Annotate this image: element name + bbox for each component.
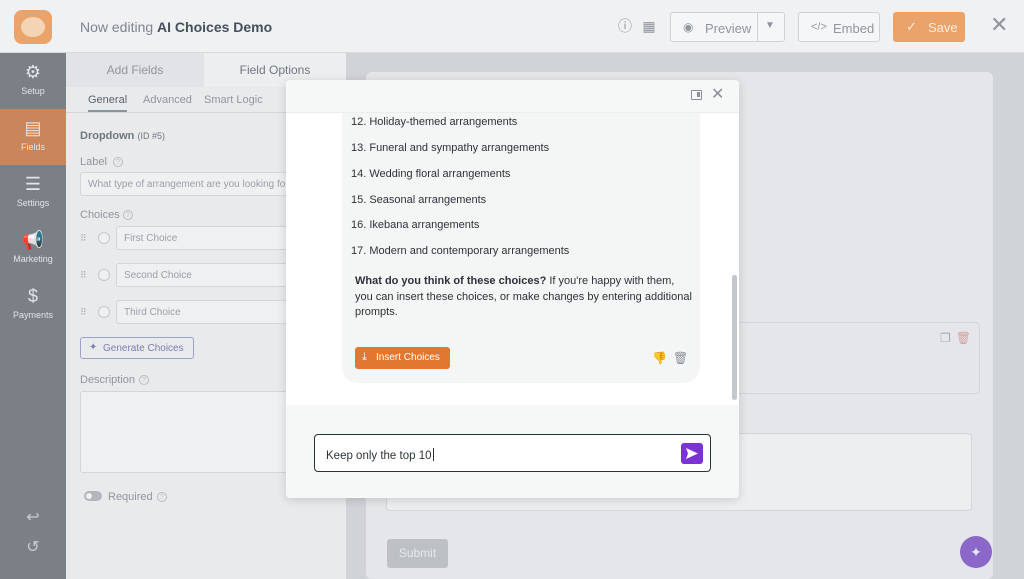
drag-handle-icon[interactable]: ⠿ [80, 233, 87, 244]
code-icon: </> [811, 21, 827, 33]
tab-add-fields[interactable]: Add Fields [66, 53, 204, 87]
submit-button[interactable]: Submit [387, 539, 448, 568]
prompt-area: Keep only the top 10 [286, 405, 739, 498]
help-icon[interactable]: ? [113, 157, 123, 167]
field-actions: ❐ 🗑 [940, 331, 971, 345]
fields-icon: ▤ [24, 118, 42, 138]
modal-header: ✕ [286, 80, 739, 113]
dollar-icon: $ [27, 286, 38, 306]
nav-item-settings[interactable]: ☰ Settings [0, 165, 66, 221]
choice-default-radio[interactable] [98, 269, 110, 281]
list-item: 16. Ikebana arrangements [351, 219, 480, 231]
choices-title: Choices [80, 209, 120, 221]
scrollbar[interactable] [732, 275, 737, 400]
help-icon[interactable]: ⓘ [616, 17, 634, 35]
close-builder-icon[interactable]: ✕ [990, 13, 1008, 37]
list-item: 13. Funeral and sympathy arrangements [351, 142, 550, 154]
subtab-smart-logic[interactable]: Smart Logic [204, 94, 263, 106]
sliders-icon: ☰ [24, 174, 42, 194]
drag-handle-icon[interactable]: ⠿ [80, 270, 87, 281]
choice-default-radio[interactable] [98, 306, 110, 318]
nav-item-payments[interactable]: $ Payments [0, 277, 66, 333]
drag-handle-icon[interactable]: ⠿ [80, 307, 87, 318]
insert-choices-button[interactable]: ⤓ Insert Choices [355, 347, 450, 369]
ai-response-text: What do you think of these choices? If y… [355, 275, 692, 318]
left-nav: ⚙ Setup ▤ Fields ☰ Settings 📢 Marketing … [0, 53, 66, 579]
list-item: 12. Holiday-themed arrangements [351, 116, 518, 128]
help-icon[interactable]: ? [139, 375, 149, 385]
list-item: 15. Seasonal arrangements [351, 194, 487, 206]
gear-icon: ⚙ [24, 62, 42, 82]
prompt-input[interactable]: Keep only the top 10 [314, 434, 711, 472]
history-icon[interactable]: ↺ [0, 537, 66, 557]
megaphone-icon: 📢 [21, 230, 45, 250]
required-toggle[interactable] [84, 491, 102, 501]
ai-assistant-icon[interactable]: ✦ [960, 536, 992, 568]
list-item: 17. Modern and contemporary arrangements [351, 245, 570, 257]
grid-icon[interactable]: ▦ [640, 17, 658, 35]
save-button[interactable]: ✓ Save [893, 12, 965, 42]
expand-icon[interactable] [691, 90, 702, 100]
thumbs-down-icon[interactable]: 👎 [652, 351, 667, 365]
embed-button[interactable]: </> Embed [798, 12, 880, 42]
subtab-general[interactable]: General [88, 94, 128, 112]
check-icon: ✓ [906, 19, 917, 34]
subtab-advanced[interactable]: Advanced [143, 94, 192, 106]
sparkle-icon: ✦ [89, 342, 98, 353]
close-icon[interactable]: ✕ [711, 87, 724, 103]
download-icon: ⤓ [362, 351, 367, 363]
label-title: Label [80, 156, 107, 168]
nav-item-setup[interactable]: ⚙ Setup [0, 53, 66, 109]
duplicate-icon[interactable]: ❐ [940, 331, 951, 345]
eye-icon: ◉ [683, 20, 694, 34]
field-type-label: Dropdown (ID #5) [80, 130, 165, 142]
required-label: Required [108, 491, 153, 503]
trash-icon[interactable]: 🗑 [956, 331, 971, 345]
top-bar: Now editing AI Choices Demo ⓘ ▦ ◉ Previe… [0, 0, 1024, 53]
send-icon [686, 448, 698, 459]
exit-icon[interactable]: ↩ [0, 507, 66, 527]
page-title: Now editing AI Choices Demo [80, 19, 273, 35]
preview-button[interactable]: ◉ Preview ▼ [670, 12, 785, 42]
wpforms-logo-icon[interactable] [14, 10, 52, 44]
chat-area: 12. Holiday-themed arrangements 13. Fune… [286, 113, 739, 405]
generate-choices-button[interactable]: ✦ Generate Choices [80, 337, 194, 359]
description-title: Description [80, 374, 136, 386]
chevron-down-icon[interactable]: ▼ [765, 20, 775, 31]
list-item: 14. Wedding floral arrangements [351, 168, 511, 180]
choice-default-radio[interactable] [98, 232, 110, 244]
help-icon[interactable]: ? [123, 210, 133, 220]
nav-item-marketing[interactable]: 📢 Marketing [0, 221, 66, 277]
send-button[interactable] [681, 443, 703, 464]
trash-icon[interactable]: 🗑 [673, 351, 688, 365]
nav-item-fields[interactable]: ▤ Fields [0, 109, 66, 165]
help-icon[interactable]: ? [157, 492, 167, 502]
ai-choices-modal: ✕ 12. Holiday-themed arrangements 13. Fu… [286, 80, 739, 498]
